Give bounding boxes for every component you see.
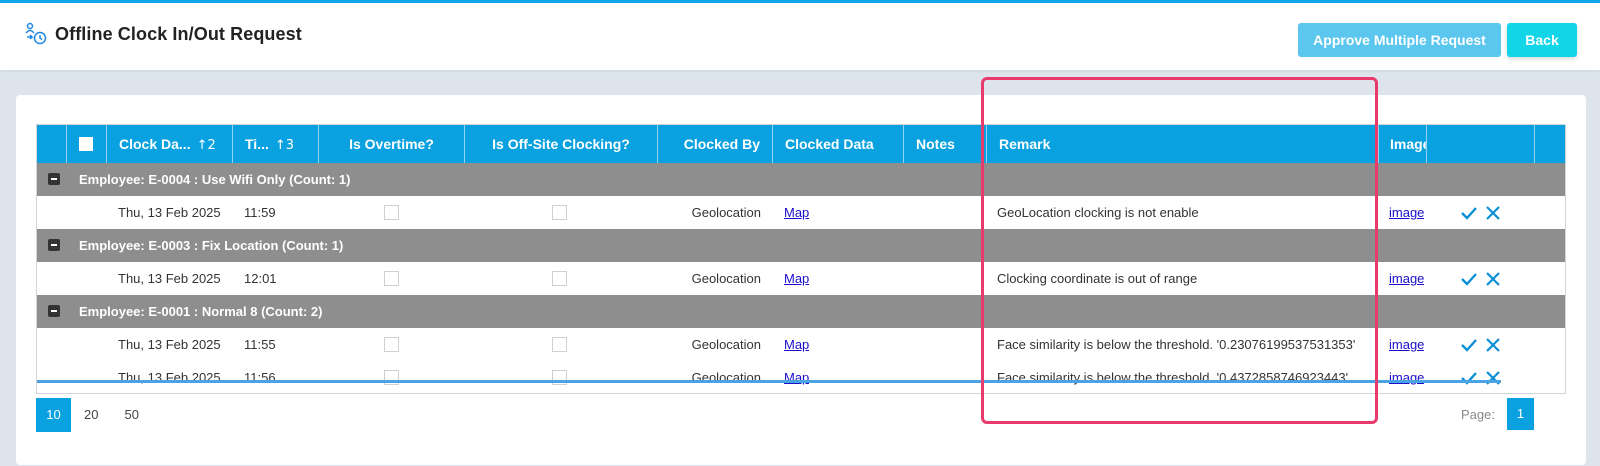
- reject-x-icon[interactable]: [1484, 270, 1502, 288]
- clocked-by-cell: Geolocation: [691, 271, 761, 286]
- table-row: Thu, 13 Feb 2025 11:55 Geolocation Map F…: [37, 328, 1565, 361]
- header-clocked-data[interactable]: Clocked Data: [773, 125, 904, 163]
- header-expand-col: [37, 125, 67, 163]
- page-button-1[interactable]: 1: [1507, 398, 1534, 430]
- approve-check-icon[interactable]: [1460, 369, 1478, 387]
- approve-check-icon[interactable]: [1460, 204, 1478, 222]
- header-actions: [1427, 125, 1535, 163]
- collapse-icon[interactable]: [48, 239, 60, 251]
- time-cell: 12:01: [244, 271, 277, 286]
- header-time-label: Ti...: [245, 136, 269, 152]
- collapse-icon[interactable]: [48, 305, 60, 317]
- clock-request-icon: [25, 22, 47, 45]
- group-row[interactable]: Employee: E-0003 : Fix Location (Count: …: [37, 229, 1565, 262]
- top-header: Offline Clock In/Out Request Approve Mul…: [0, 0, 1600, 70]
- page-title: Offline Clock In/Out Request: [55, 24, 302, 44]
- header-remark[interactable]: Remark: [987, 125, 1379, 163]
- clock-date-cell: Thu, 13 Feb 2025: [118, 205, 221, 220]
- approve-check-icon[interactable]: [1460, 270, 1478, 288]
- header-select-col: [67, 125, 107, 163]
- page-label: Page:: [1461, 407, 1495, 422]
- page-size-20[interactable]: 20: [71, 398, 111, 432]
- map-link[interactable]: Map: [784, 361, 809, 393]
- map-link[interactable]: Map: [784, 262, 809, 295]
- header-clock-date-label: Clock Da...: [119, 136, 191, 152]
- clocked-by-cell: Geolocation: [691, 370, 761, 385]
- image-link[interactable]: image: [1389, 361, 1424, 393]
- request-grid: Clock Da... ↑2 Ti... ↑3 Is Overtime? Is Of…: [36, 124, 1566, 394]
- is-overtime-checkbox[interactable]: [384, 337, 399, 352]
- remark-cell: Face similarity is below the threshold. …: [997, 337, 1356, 352]
- reject-x-icon[interactable]: [1484, 336, 1502, 354]
- map-link[interactable]: Map: [784, 328, 809, 361]
- header-clocked-by[interactable]: Clocked By: [658, 125, 773, 163]
- horizontal-scrollbar[interactable]: [37, 380, 1501, 383]
- reject-x-icon[interactable]: [1484, 204, 1502, 222]
- grid-header-row: Clock Da... ↑2 Ti... ↑3 Is Overtime? Is Of…: [37, 125, 1565, 163]
- time-cell: 11:56: [244, 370, 276, 385]
- back-button[interactable]: Back: [1507, 23, 1577, 57]
- image-link[interactable]: image: [1389, 328, 1424, 361]
- header-is-offsite[interactable]: Is Off-Site Clocking?: [465, 125, 658, 163]
- table-row: Thu, 13 Feb 2025 11:56 Geolocation Map F…: [37, 361, 1565, 393]
- image-link[interactable]: image: [1389, 196, 1424, 229]
- is-offsite-checkbox[interactable]: [552, 271, 567, 286]
- page-size-50[interactable]: 50: [111, 398, 151, 432]
- sort-asc-icon: ↑2: [196, 138, 216, 153]
- group-label: Employee: E-0004 : Use Wifi Only (Count:…: [79, 172, 351, 187]
- select-all-checkbox[interactable]: [79, 137, 93, 151]
- clocked-by-cell: Geolocation: [691, 337, 761, 352]
- remark-cell: Face similarity is below the threshold. …: [997, 370, 1349, 385]
- collapse-icon[interactable]: [48, 173, 60, 185]
- reject-x-icon[interactable]: [1484, 369, 1502, 387]
- group-row[interactable]: Employee: E-0004 : Use Wifi Only (Count:…: [37, 163, 1565, 196]
- page-size-selector: 10 20 50: [36, 398, 152, 432]
- approve-multiple-request-button[interactable]: Approve Multiple Request: [1298, 23, 1501, 57]
- header-is-overtime[interactable]: Is Overtime?: [319, 125, 465, 163]
- header-time[interactable]: Ti... ↑3: [233, 125, 319, 163]
- group-row[interactable]: Employee: E-0001 : Normal 8 (Count: 2): [37, 295, 1565, 328]
- clock-date-cell: Thu, 13 Feb 2025: [118, 370, 221, 385]
- time-cell: 11:59: [244, 205, 276, 220]
- is-offsite-checkbox[interactable]: [552, 337, 567, 352]
- remark-cell: GeoLocation clocking is not enable: [997, 205, 1199, 220]
- group-label: Employee: E-0001 : Normal 8 (Count: 2): [79, 304, 323, 319]
- approve-check-icon[interactable]: [1460, 336, 1478, 354]
- image-link[interactable]: image: [1389, 262, 1424, 295]
- clock-date-cell: Thu, 13 Feb 2025: [118, 271, 221, 286]
- header-image[interactable]: Image: [1379, 125, 1427, 163]
- sort-asc-icon: ↑3: [274, 138, 295, 153]
- table-row: Thu, 13 Feb 2025 11:59 Geolocation Map G…: [37, 196, 1565, 229]
- time-cell: 11:55: [244, 337, 276, 352]
- group-label: Employee: E-0003 : Fix Location (Count: …: [79, 238, 344, 253]
- header-notes[interactable]: Notes: [904, 125, 987, 163]
- is-overtime-checkbox[interactable]: [384, 271, 399, 286]
- page-size-10[interactable]: 10: [36, 398, 71, 432]
- clock-date-cell: Thu, 13 Feb 2025: [118, 337, 221, 352]
- is-offsite-checkbox[interactable]: [552, 205, 567, 220]
- header-clock-date[interactable]: Clock Da... ↑2: [107, 125, 233, 163]
- is-overtime-checkbox[interactable]: [384, 205, 399, 220]
- clocked-by-cell: Geolocation: [691, 205, 761, 220]
- table-row: Thu, 13 Feb 2025 12:01 Geolocation Map C…: [37, 262, 1565, 295]
- remark-cell: Clocking coordinate is out of range: [997, 271, 1198, 286]
- map-link[interactable]: Map: [784, 196, 809, 229]
